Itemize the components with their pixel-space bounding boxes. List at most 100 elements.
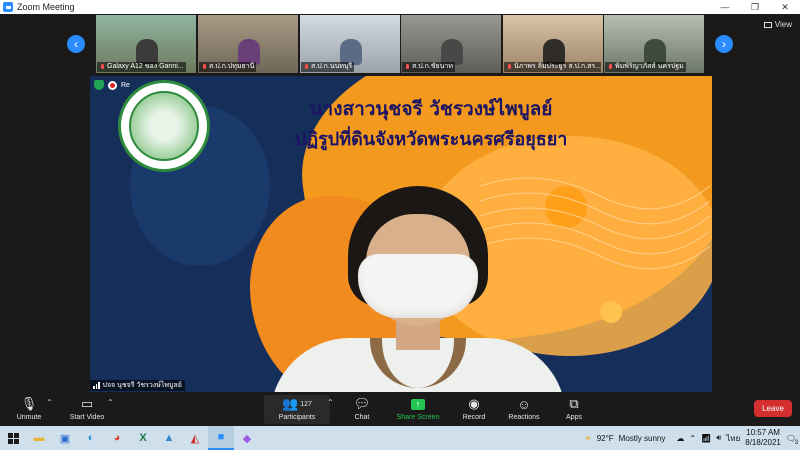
gallery-next-button[interactable]: › xyxy=(715,35,733,53)
taskbar-excel[interactable]: X xyxy=(130,426,156,450)
muted-microphone-icon: 🎙︎ xyxy=(20,396,38,411)
taskbar-acrobat[interactable]: ◭ xyxy=(182,426,208,450)
record-label: Record xyxy=(462,414,486,421)
edge-icon: ◐ xyxy=(87,432,95,444)
slide-title-name: นางสาวนุชจรี วัชรวงษ์ไพบูลย์ xyxy=(309,98,553,120)
active-speaker-video: Re นางสาวนุชจรี วัชรวงษ์ไพบูลย์ ปฏิรูปที… xyxy=(90,76,712,392)
window-controls: — ❐ ✕ xyxy=(710,0,800,14)
unmute-label: Unmute xyxy=(16,414,42,421)
taskbar-photos[interactable]: ▲ xyxy=(156,426,182,450)
unmute-button[interactable]: 🎙︎ Unmute xyxy=(14,395,44,423)
view-button[interactable]: View xyxy=(763,20,792,29)
clock-date: 8/18/2021 xyxy=(745,438,781,447)
muted-mic-icon xyxy=(303,63,309,71)
windows-taskbar: ▬ ▣ ◐ ◕ X ▲ ◭ ■ ◆ ☀ 92°F Mostly sunny ☁ … xyxy=(0,426,800,450)
leave-button[interactable]: Leave xyxy=(754,400,792,417)
start-button[interactable] xyxy=(0,426,26,450)
volume-icon[interactable]: 🔊︎ xyxy=(716,433,721,443)
participants-button[interactable]: 👥 127 Participants xyxy=(264,395,330,424)
chat-bubble-icon: 💬︎ xyxy=(353,396,371,411)
close-window-button[interactable]: ✕ xyxy=(770,0,800,14)
photos-icon: ▲ xyxy=(163,432,175,444)
participant-tile[interactable]: พิมพ์ริญาภัสส์ นครปฐม xyxy=(604,15,704,73)
share-screen-button[interactable]: ↑ Share Screen xyxy=(393,395,443,423)
reactions-label: Reactions xyxy=(508,414,540,421)
participant-tile[interactable]: ส.ป.ก.ชัยนาท xyxy=(401,15,501,73)
muted-mic-icon xyxy=(404,63,410,71)
participant-name-tag: ส.ป.ก.ชัยนาท xyxy=(402,62,455,72)
participant-name: Galaxy A12 ของ Ganni... xyxy=(107,63,184,70)
reactions-button[interactable]: ☺ Reactions xyxy=(505,395,543,423)
pdf-icon: ◭ xyxy=(190,432,200,445)
share-screen-icon: ↑ xyxy=(411,395,425,413)
weather-temp[interactable]: 92°F xyxy=(597,434,614,443)
audio-options-caret[interactable]: ⌃ xyxy=(46,398,53,407)
paint-drop-icon: ◆ xyxy=(242,432,252,445)
participant-tile[interactable]: Galaxy A12 ของ Ganni... xyxy=(96,15,196,73)
chrome-icon: ◕ xyxy=(113,432,121,444)
participant-name-tag: นิภาพร ลิ้มประยูร ส.ป.ก.สร... xyxy=(504,62,601,72)
zoom-logo-icon xyxy=(3,2,13,12)
participant-gallery: ‹ Galaxy A12 ของ Ganni... ส.ป.ก.ปทุมธานี… xyxy=(0,14,800,74)
participant-tile[interactable]: ส.ป.ก.ปทุมธานี xyxy=(198,15,298,73)
participants-icon: 👥 127 xyxy=(282,396,312,411)
minimize-button[interactable]: — xyxy=(710,0,740,14)
meeting-toolbar: 🎙︎ Unmute ⌃ ▭ Start Video ⌃ 👥 127 Partici… xyxy=(0,393,800,426)
speaker-name: ปจจ นุชจรี วัชรวงษ์ไพบูลย์ xyxy=(102,382,182,389)
grid-icon xyxy=(763,21,772,28)
notification-count: 3 xyxy=(794,439,798,446)
video-off-icon: ▭ xyxy=(80,396,94,411)
video-options-caret[interactable]: ⌃ xyxy=(107,398,114,407)
window-title: Zoom Meeting xyxy=(17,2,75,12)
participant-name-tag: พิมพ์ริญาภัสส์ นครปฐม xyxy=(605,62,686,72)
taskbar-store[interactable]: ▣ xyxy=(52,426,78,450)
participant-name-tag: ส.ป.ก.ปทุมธานี xyxy=(199,62,257,72)
weather-text[interactable]: Mostly sunny xyxy=(619,434,666,443)
participant-tile[interactable]: นิภาพร ลิ้มประยูร ส.ป.ก.สร... xyxy=(503,15,603,73)
apps-icon: ⧉ xyxy=(569,396,579,411)
recording-indicator: Re xyxy=(94,80,130,90)
participant-name: ส.ป.ก.นนทบุรี xyxy=(311,63,353,70)
maximize-button[interactable]: ❐ xyxy=(740,0,770,14)
network-icon[interactable]: 📶︎ xyxy=(701,434,711,443)
clock-time: 10:57 AM xyxy=(746,428,780,437)
gallery-prev-button[interactable]: ‹ xyxy=(67,35,85,53)
taskbar-file-explorer[interactable]: ▬ xyxy=(26,426,52,450)
record-button[interactable]: ◉ Record xyxy=(458,395,490,423)
participant-tile[interactable]: ส.ป.ก.นนทบุรี xyxy=(300,15,400,73)
recording-label: Re xyxy=(121,81,130,89)
start-video-label: Start Video xyxy=(69,414,105,421)
clock[interactable]: 10:57 AM 8/18/2021 xyxy=(745,428,781,448)
chat-button[interactable]: 💬︎ Chat xyxy=(348,395,376,423)
language-indicator[interactable]: ไทย xyxy=(726,432,740,445)
muted-mic-icon xyxy=(201,63,207,71)
view-label: View xyxy=(774,20,792,29)
taskbar-edge[interactable]: ◐ xyxy=(78,426,104,450)
muted-mic-icon xyxy=(99,63,105,71)
apps-button[interactable]: ⧉ Apps xyxy=(562,395,586,423)
chat-label: Chat xyxy=(354,414,370,421)
weather-icon: ☀ xyxy=(584,433,592,443)
speaker-face-mask xyxy=(358,254,478,318)
window-titlebar: Zoom Meeting — ❐ ✕ xyxy=(0,0,800,14)
excel-icon: X xyxy=(139,432,147,444)
taskbar-paint[interactable]: ◆ xyxy=(234,426,260,450)
participant-name: พิมพ์ริญาภัสส์ นครปฐม xyxy=(615,63,684,70)
record-icon xyxy=(108,80,117,90)
participants-options-caret[interactable]: ⌃ xyxy=(327,398,334,407)
tray-overflow-icon[interactable]: ⌃ xyxy=(689,434,696,443)
folder-icon: ▬ xyxy=(33,432,45,444)
cloud-icon[interactable]: ☁ xyxy=(676,434,684,443)
taskbar-chrome[interactable]: ◕ xyxy=(104,426,130,450)
zoom-camera-icon: ■ xyxy=(217,431,225,443)
share-screen-label: Share Screen xyxy=(396,414,440,421)
participant-name-tag: ส.ป.ก.นนทบุรี xyxy=(301,62,355,72)
record-icon: ◉ xyxy=(468,396,480,411)
taskbar-zoom[interactable]: ■ xyxy=(208,426,234,450)
notifications-icon[interactable]: 🗨︎ 3 xyxy=(786,434,798,446)
meeting-stage: ‹ Galaxy A12 ของ Ganni... ส.ป.ก.ปทุมธานี… xyxy=(0,14,800,393)
system-tray: ☀ 92°F Mostly sunny ☁ ⌃ 📶︎ 🔊︎ ไทย 10:57 … xyxy=(585,426,800,450)
participant-count: 127 xyxy=(300,400,312,408)
slide-title-office: ปฏิรูปที่ดินจังหวัดพระนครศรีอยุธยา xyxy=(294,129,568,150)
start-video-button[interactable]: ▭ Start Video xyxy=(66,395,108,423)
